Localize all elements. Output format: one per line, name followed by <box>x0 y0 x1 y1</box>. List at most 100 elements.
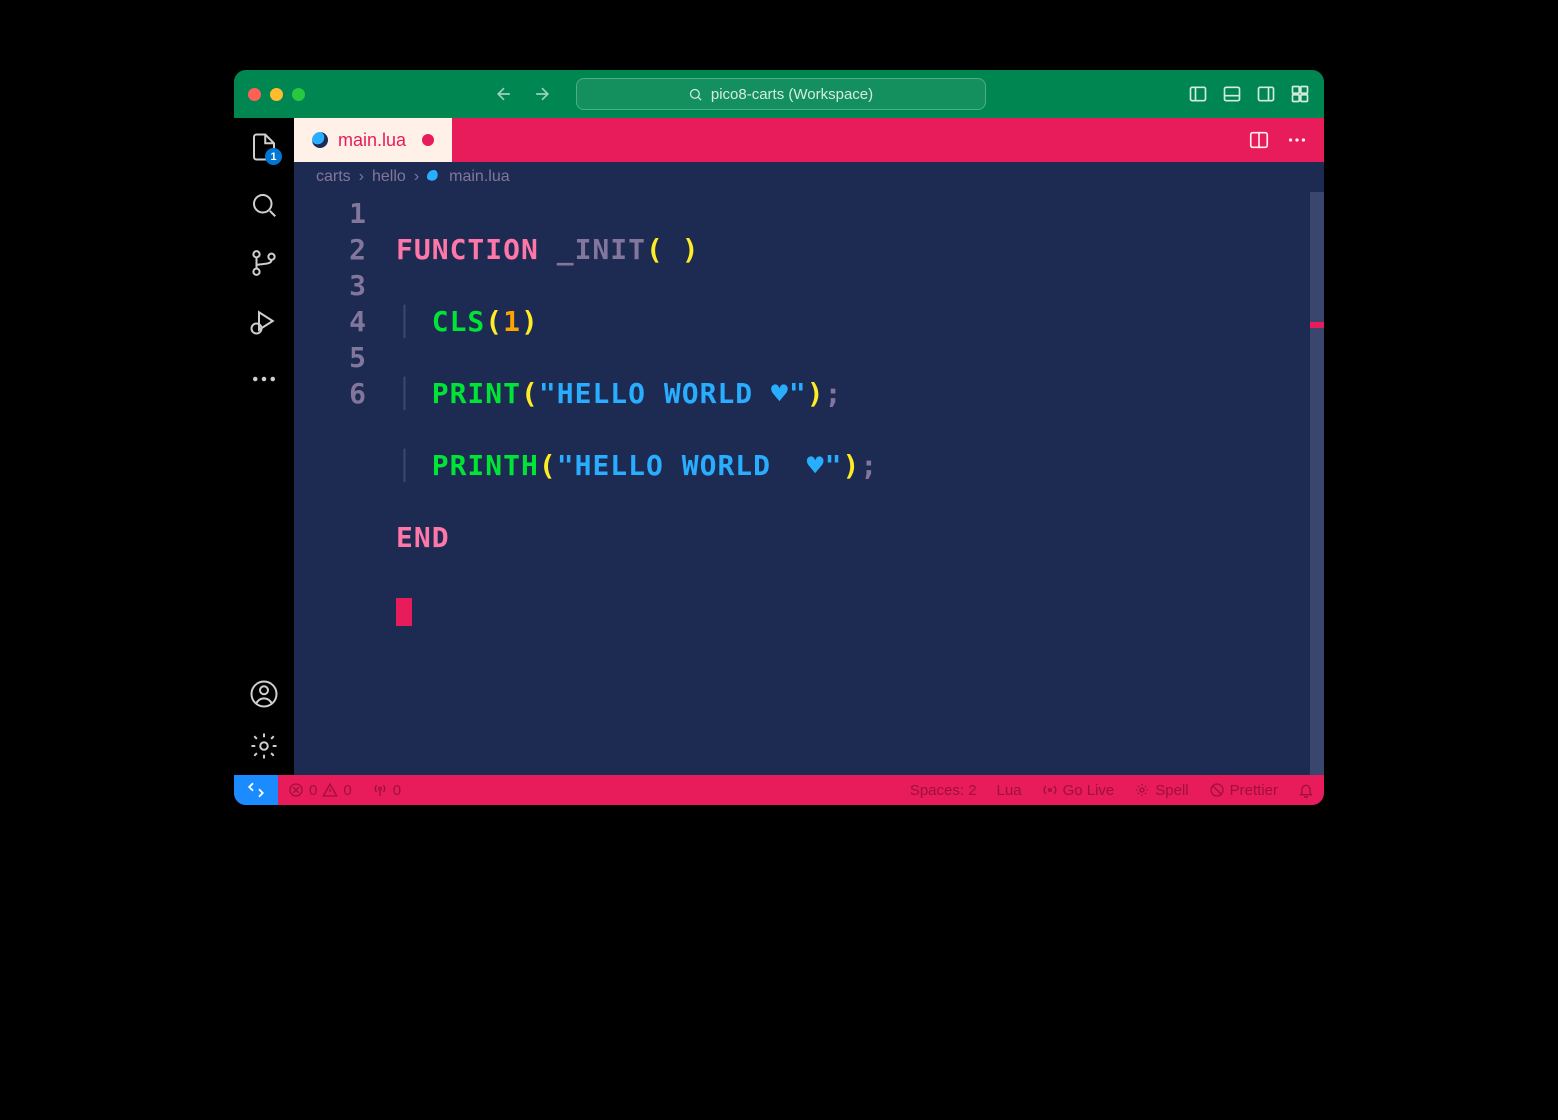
lua-file-icon <box>427 170 441 184</box>
token-paren: ) <box>521 305 539 338</box>
split-editor-icon[interactable] <box>1248 129 1270 151</box>
text-cursor <box>396 598 412 626</box>
token-paren: ) <box>842 449 860 482</box>
token-string: "HELLO WORLD ♥" <box>557 449 843 482</box>
tab-filename: main.lua <box>338 130 406 151</box>
explorer-tab[interactable]: 1 <box>249 132 279 162</box>
warning-count: 0 <box>343 782 351 799</box>
accounts-tab[interactable] <box>249 679 279 709</box>
prettier-status[interactable]: Prettier <box>1199 782 1288 799</box>
sparkle-icon <box>1134 782 1150 798</box>
activity-bottom <box>249 679 279 775</box>
ellipsis-icon <box>249 364 279 394</box>
explorer-badge: 1 <box>265 148 282 165</box>
back-arrow-icon[interactable] <box>494 84 514 104</box>
spell-status[interactable]: Spell <box>1124 782 1198 799</box>
remote-button[interactable] <box>234 775 278 805</box>
token-paren: ) <box>682 233 700 266</box>
token-keyword: END <box>396 521 450 554</box>
broadcast-icon <box>1042 782 1058 798</box>
editor-tab-main-lua[interactable]: main.lua <box>294 118 452 162</box>
workbench-body: 1 <box>234 118 1324 775</box>
token-function: CLS <box>432 305 486 338</box>
error-count: 0 <box>309 782 317 799</box>
indent-status[interactable]: Spaces: 2 <box>900 782 987 799</box>
notifications-status[interactable] <box>1288 782 1324 799</box>
code-content[interactable]: FUNCTION _INIT( ) │ CLS(1) │ PRINT("HELL… <box>384 192 1324 775</box>
breadcrumb-part[interactable]: hello <box>372 168 406 186</box>
token-semicolon: ; <box>860 449 878 482</box>
token-function: PRINT <box>432 377 521 410</box>
line-number: 1 <box>294 196 384 232</box>
token-paren: ( <box>521 377 539 410</box>
minimize-window-button[interactable] <box>270 88 283 101</box>
source-control-tab[interactable] <box>249 248 279 278</box>
panel-bottom-icon[interactable] <box>1222 84 1242 104</box>
warning-icon <box>322 782 338 798</box>
token-keyword: FUNCTION <box>396 233 539 266</box>
language-status[interactable]: Lua <box>987 782 1032 799</box>
breadcrumb[interactable]: carts › hello › main.lua <box>294 162 1324 192</box>
golive-status[interactable]: Go Live <box>1032 782 1125 799</box>
token-function: PRINTH <box>432 449 539 482</box>
settings-tab[interactable] <box>249 731 279 761</box>
remote-icon <box>247 781 265 799</box>
problems-status[interactable]: 0 0 <box>278 782 362 799</box>
command-center-text: pico8-carts (Workspace) <box>711 86 873 103</box>
more-actions-icon[interactable] <box>1286 129 1308 151</box>
error-icon <box>288 782 304 798</box>
line-number: 3 <box>294 268 384 304</box>
token-paren: ( <box>646 233 664 266</box>
line-number: 5 <box>294 340 384 376</box>
line-number: 6 <box>294 376 384 412</box>
code-editor[interactable]: 1 2 3 4 5 6 FUNCTION _INIT( ) │ CLS(1) │… <box>294 192 1324 775</box>
tab-actions <box>1232 118 1324 162</box>
bug-play-icon <box>249 306 279 336</box>
token-paren: ( <box>539 449 557 482</box>
token-identifier: _INIT <box>557 233 646 266</box>
titlebar: pico8-carts (Workspace) <box>234 70 1324 118</box>
chevron-right-icon: › <box>359 168 364 186</box>
token-semicolon: ; <box>825 377 843 410</box>
run-debug-tab[interactable] <box>249 306 279 336</box>
search-icon <box>249 190 279 220</box>
token-paren: ( <box>485 305 503 338</box>
token-number: 1 <box>503 305 521 338</box>
panel-right-icon[interactable] <box>1256 84 1276 104</box>
lua-file-icon <box>312 132 328 148</box>
chevron-right-icon: › <box>414 168 419 186</box>
line-gutter: 1 2 3 4 5 6 <box>294 192 384 775</box>
customize-layout-icon[interactable] <box>1290 84 1310 104</box>
maximize-window-button[interactable] <box>292 88 305 101</box>
forward-arrow-icon[interactable] <box>532 84 552 104</box>
breadcrumb-part[interactable]: main.lua <box>449 168 509 186</box>
minimap[interactable] <box>1310 192 1324 775</box>
branch-icon <box>249 248 279 278</box>
editor-area: main.lua carts › hello › main.lua 1 <box>294 118 1324 775</box>
gear-icon <box>249 731 279 761</box>
token-string: "HELLO WORLD ♥" <box>539 377 807 410</box>
status-right: Spaces: 2 Lua Go Live Spell Prettier <box>900 782 1324 799</box>
token-paren: ) <box>807 377 825 410</box>
status-bar: 0 0 0 Spaces: 2 Lua Go Live Spell Pretti… <box>234 775 1324 805</box>
breadcrumb-part[interactable]: carts <box>316 168 351 186</box>
line-number: 4 <box>294 304 384 340</box>
account-icon <box>249 679 279 709</box>
traffic-lights <box>248 88 305 101</box>
radio-tower-icon <box>372 782 388 798</box>
more-tab[interactable] <box>249 364 279 394</box>
command-center[interactable]: pico8-carts (Workspace) <box>576 78 986 110</box>
block-icon <box>1209 782 1225 798</box>
dirty-indicator-icon <box>422 134 434 146</box>
vscode-window: pico8-carts (Workspace) 1 <box>234 70 1324 805</box>
panel-left-icon[interactable] <box>1188 84 1208 104</box>
close-window-button[interactable] <box>248 88 261 101</box>
tab-bar: main.lua <box>294 118 1324 162</box>
ports-count: 0 <box>393 782 401 799</box>
ports-status[interactable]: 0 <box>362 782 411 799</box>
search-tab[interactable] <box>249 190 279 220</box>
nav-arrows <box>494 84 552 104</box>
layout-controls <box>1188 84 1310 104</box>
bell-icon <box>1298 782 1314 798</box>
search-icon <box>688 87 703 102</box>
